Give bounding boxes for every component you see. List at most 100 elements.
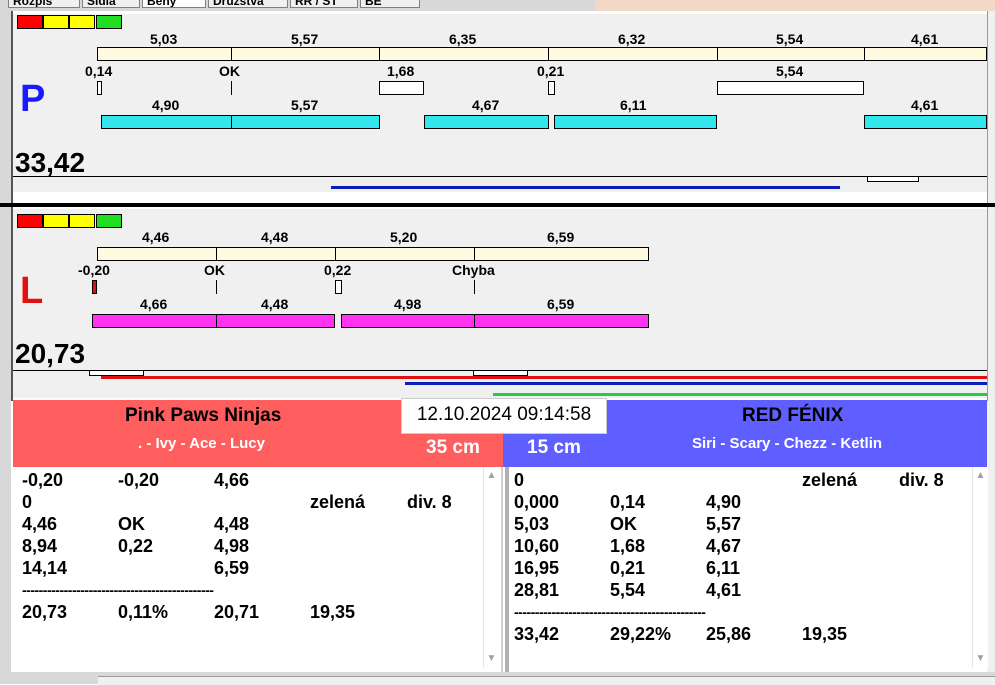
l-mid-label: -0,20 — [78, 262, 110, 278]
tab-rr-st[interactable]: RR / ST — [290, 0, 358, 8]
log-cell: div. 8 — [407, 492, 452, 512]
log-cell: 14,14 — [22, 558, 68, 578]
p-marker-box — [867, 176, 919, 182]
log-cell: zelená — [310, 492, 366, 512]
p-cyan-segment — [231, 115, 380, 129]
p-baseline — [13, 176, 987, 177]
log-cell: 19,35 — [802, 624, 848, 644]
l-fault-tick — [474, 280, 475, 294]
log-cell: 4,61 — [706, 580, 742, 600]
traffic-light-green — [96, 15, 122, 29]
log-cell: 0,21 — [610, 558, 646, 578]
window-left-edge — [0, 11, 11, 684]
log-cell: 20,73 — [22, 602, 68, 622]
log-cell: 29,22% — [610, 624, 672, 644]
tab-rozpis[interactable]: Rozpis — [8, 0, 80, 8]
traffic-light-yellow — [43, 214, 69, 228]
p-cyan-label: 4,90 — [152, 97, 180, 113]
log-cell: 5,54 — [610, 580, 646, 600]
log-cell: 8,94 — [22, 536, 58, 556]
log-cell: 25,86 — [706, 624, 752, 644]
p-mid-label: OK — [219, 63, 240, 79]
p-ok-tick — [231, 81, 232, 95]
log-cell: 0,14 — [610, 492, 646, 512]
l-mid-label: Chyba — [452, 262, 495, 278]
p-cyan-label: 6,11 — [620, 97, 647, 113]
l-progress-red — [101, 376, 987, 379]
log-cell: OK — [118, 514, 145, 534]
l-progress-green — [493, 393, 987, 396]
tab-be[interactable]: BE — [360, 0, 420, 8]
log-row: -0,20 -0,20 4,66 — [22, 469, 482, 491]
log-cell: 6,59 — [214, 558, 250, 578]
traffic-light-green — [96, 214, 122, 228]
log-row: 0,000 0,14 4,90 — [514, 491, 974, 513]
p-cream-label: 4,61 — [911, 31, 939, 47]
log-cell: 20,71 — [214, 602, 260, 622]
left-team-name: Pink Paws Ninjas — [125, 405, 282, 426]
scroll-up-icon[interactable]: ▲ — [484, 470, 499, 481]
scroll-down-icon[interactable]: ▼ — [973, 653, 988, 664]
log-summary-row: 20,73 0,11% 20,71 19,35 — [22, 601, 482, 623]
log-row: 14,14 6,59 — [22, 557, 482, 579]
tab-strip-fill — [595, 0, 995, 11]
l-total: 20,73 — [15, 338, 86, 369]
log-row: 28,81 5,54 4,61 — [514, 579, 974, 601]
l-magenta-segment — [92, 314, 217, 328]
l-magenta-segment — [474, 314, 649, 328]
log-row: 5,03 OK 5,57 — [514, 513, 974, 535]
right-log-rows: 0 zelená div. 8 0,000 0,14 4,90 5,03 OK … — [514, 469, 974, 645]
p-cyan-label: 5,57 — [291, 97, 319, 113]
log-cell: 4,46 — [22, 514, 58, 534]
l-ok-tick — [216, 280, 217, 294]
l-penalty-box — [335, 280, 342, 294]
log-summary-row: 33,42 29,22% 25,86 19,35 — [514, 623, 974, 645]
l-cream-segment — [474, 247, 649, 261]
p-cyan-label: 4,61 — [911, 97, 939, 113]
scroll-down-icon[interactable]: ▼ — [484, 653, 499, 664]
log-row: ----------------------------------------… — [22, 579, 482, 601]
p-mid-label: 0,14 — [85, 63, 113, 79]
log-cell: 19,35 — [310, 602, 356, 622]
scroll-up-icon[interactable]: ▲ — [973, 470, 988, 481]
p-cyan-label: 4,67 — [472, 97, 500, 113]
p-cyan-segment — [864, 115, 987, 129]
p-cream-segment — [231, 47, 380, 61]
log-cell: 4,48 — [214, 514, 250, 534]
log-cell: 5,03 — [514, 514, 550, 534]
tab-behy[interactable]: Běhy — [142, 0, 206, 8]
left-team-members: . - Ivy - Ace - Lucy — [138, 435, 265, 452]
log-cell: 4,67 — [706, 536, 742, 556]
l-cream-label: 4,46 — [142, 229, 170, 245]
p-cream-label: 6,32 — [618, 31, 646, 47]
tab-sidla[interactable]: Sídla — [82, 0, 140, 8]
l-magenta-label: 4,66 — [140, 296, 168, 312]
right-log-scrollbar[interactable]: ▲ ▼ — [972, 467, 988, 668]
log-row: 0 zelená div. 8 — [514, 469, 974, 491]
log-cell: 0,22 — [118, 536, 154, 556]
l-progress-blue — [405, 382, 987, 385]
right-team-distance: 15 cm — [527, 437, 581, 458]
traffic-light-red — [17, 15, 43, 29]
l-magenta-label: 6,59 — [547, 296, 575, 312]
p-cream-label: 5,03 — [150, 31, 178, 47]
l-cream-segment — [216, 247, 336, 261]
log-separator: ----------------------------------------… — [514, 604, 706, 620]
tab-druzstva[interactable]: Družstva — [208, 0, 288, 8]
p-cream-label: 5,54 — [776, 31, 804, 47]
left-log-scrollbar[interactable]: ▲ ▼ — [483, 467, 499, 668]
log-cell: zelená — [802, 470, 858, 490]
traffic-light-yellow-2 — [69, 15, 95, 29]
p-cream-segment — [97, 47, 232, 61]
log-separator: ----------------------------------------… — [22, 582, 214, 598]
track-letter-l: L — [20, 270, 44, 312]
log-row: 8,94 0,22 4,98 — [22, 535, 482, 557]
p-cream-segment — [717, 47, 865, 61]
log-cell: 28,81 — [514, 580, 560, 600]
log-cell: 0 — [514, 470, 525, 490]
right-team-members: Siri - Scary - Chezz - Ketlin — [692, 435, 883, 452]
p-cream-segment — [864, 47, 987, 61]
log-cell: OK — [610, 514, 637, 534]
tab-strip: Rozpis Sídla Běhy Družstva RR / ST BE — [0, 0, 995, 11]
track-divider — [0, 203, 995, 207]
